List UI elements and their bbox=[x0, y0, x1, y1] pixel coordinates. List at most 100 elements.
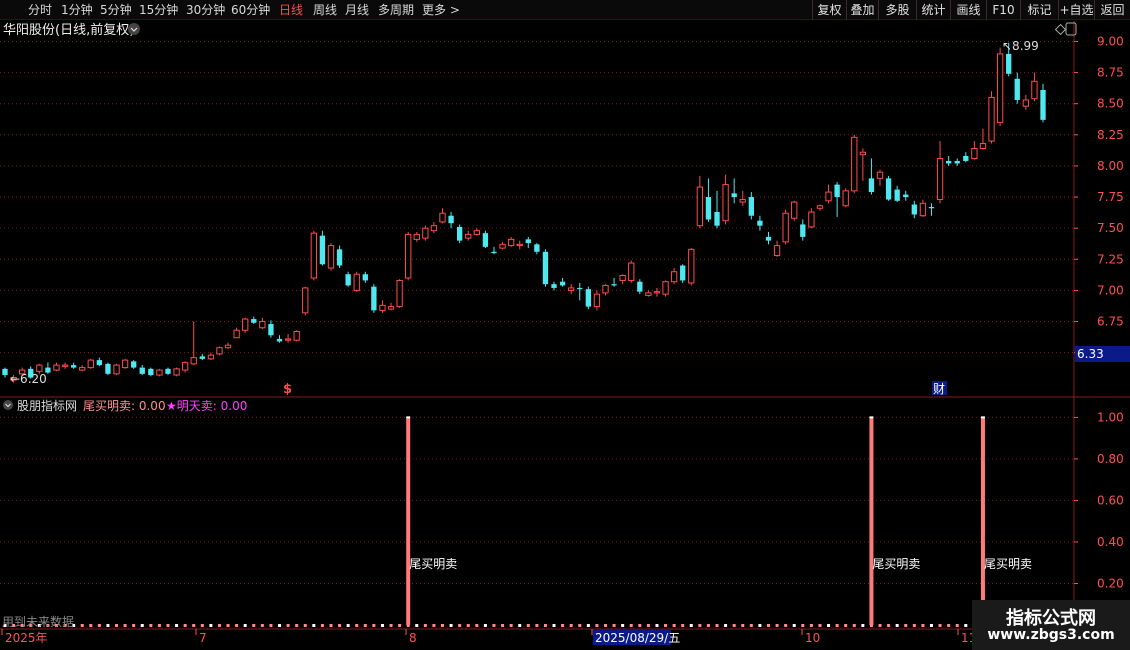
candle-body bbox=[619, 274, 626, 281]
candle-body bbox=[216, 347, 223, 355]
candle-63 bbox=[542, 249, 549, 287]
candle-body bbox=[688, 248, 695, 284]
current-price-text: 6.33 bbox=[1077, 347, 1104, 361]
candle-body bbox=[662, 281, 669, 295]
candle-9 bbox=[79, 365, 86, 372]
main-pane: 6.506.757.007.257.507.758.008.258.508.75… bbox=[0, 22, 1130, 397]
candle-22 bbox=[190, 321, 197, 366]
baseline-dot bbox=[303, 624, 307, 627]
signal-bar-rect bbox=[980, 417, 985, 625]
baseline-dot bbox=[441, 624, 445, 627]
candle-body bbox=[507, 238, 515, 247]
baseline-dot bbox=[483, 624, 487, 627]
candle-body bbox=[70, 365, 77, 368]
candle-80 bbox=[688, 248, 695, 286]
candle-body bbox=[963, 155, 969, 161]
signal-bar-cap bbox=[406, 416, 411, 419]
candle-body bbox=[87, 359, 94, 369]
candle-body bbox=[534, 244, 540, 252]
candle-107 bbox=[919, 199, 927, 217]
baseline-dot bbox=[415, 624, 419, 627]
baseline-dot bbox=[964, 624, 968, 627]
candle-21 bbox=[181, 361, 189, 373]
candle-body bbox=[207, 354, 215, 360]
candle-10 bbox=[87, 358, 94, 369]
candle-51 bbox=[439, 208, 446, 224]
candle-53 bbox=[457, 224, 463, 244]
baseline-dot bbox=[715, 624, 719, 627]
candle-body bbox=[302, 287, 309, 314]
candle-48 bbox=[413, 231, 420, 242]
candle-34 bbox=[293, 330, 300, 342]
candle-69 bbox=[593, 290, 601, 311]
candle-body bbox=[251, 319, 257, 323]
candle-body bbox=[928, 207, 935, 209]
candle-52 bbox=[448, 211, 454, 229]
date-label: 7 bbox=[199, 631, 207, 645]
dropdown-icon bbox=[128, 23, 140, 35]
indicator-name: 股朋指标网 bbox=[17, 398, 77, 413]
indicator-line1: 尾买明卖: 0.00 bbox=[83, 399, 166, 413]
candle-body bbox=[577, 287, 583, 290]
baseline-dot bbox=[475, 624, 479, 627]
candle-body bbox=[971, 148, 978, 159]
candle-body bbox=[791, 201, 798, 219]
diamond-icon bbox=[1054, 23, 1067, 36]
candle-body bbox=[139, 367, 145, 374]
baseline-dot bbox=[380, 624, 384, 627]
future-data-note: 用到未来数据 bbox=[2, 614, 74, 629]
candle-79 bbox=[680, 264, 686, 283]
baseline-dot bbox=[132, 624, 136, 627]
event-marker-cai: 财 bbox=[932, 381, 947, 396]
candle-body bbox=[165, 368, 171, 374]
candle-body bbox=[988, 96, 995, 142]
candle-39 bbox=[336, 245, 343, 269]
baseline-dot bbox=[655, 624, 659, 627]
candle-104 bbox=[894, 185, 900, 203]
indicator-line2: ★明天卖: 0.00 bbox=[166, 399, 247, 413]
y-tick-label: 8.00 bbox=[1097, 159, 1124, 173]
candle-body bbox=[327, 245, 335, 269]
date-label: 2025年 bbox=[5, 631, 48, 645]
candle-38 bbox=[327, 243, 335, 271]
candle-108 bbox=[928, 203, 935, 216]
candle-body bbox=[79, 367, 86, 371]
candle-64 bbox=[551, 281, 557, 291]
date-axis: 2025年 7 8 2025/08/29/五 10 11 bbox=[1, 629, 976, 645]
event-marker-cai-text: 财 bbox=[933, 382, 945, 396]
candle-43 bbox=[371, 284, 377, 313]
candle-118 bbox=[1014, 72, 1020, 104]
signal-bar: 尾买明卖 bbox=[869, 416, 920, 625]
baseline-dot bbox=[638, 624, 642, 627]
candle-body bbox=[765, 236, 772, 241]
candle-body bbox=[2, 368, 8, 376]
candle-body bbox=[53, 364, 60, 371]
candle-body bbox=[457, 226, 463, 241]
baseline-dot bbox=[458, 624, 462, 627]
candle-body bbox=[1014, 78, 1020, 100]
candle-41 bbox=[353, 271, 360, 292]
y-tick-label: 7.50 bbox=[1097, 221, 1124, 235]
candle-body bbox=[637, 281, 643, 292]
baseline-dot bbox=[363, 624, 367, 627]
candle-body bbox=[936, 157, 944, 201]
candle-body bbox=[825, 191, 832, 202]
candle-body bbox=[242, 318, 249, 331]
candle-body bbox=[816, 205, 824, 209]
candle-49 bbox=[422, 225, 429, 241]
candle-8 bbox=[70, 362, 77, 369]
baseline-dot bbox=[269, 624, 273, 627]
baseline-dot bbox=[809, 624, 813, 627]
candle-93 bbox=[800, 219, 806, 241]
candle-body bbox=[319, 235, 326, 265]
candle-58 bbox=[499, 241, 506, 250]
baseline-dot bbox=[672, 624, 676, 627]
candle-body bbox=[696, 186, 704, 227]
baseline-dot bbox=[689, 624, 693, 627]
baseline-dot bbox=[200, 624, 204, 627]
baseline-dot bbox=[955, 624, 959, 627]
candle-42 bbox=[362, 271, 368, 283]
candle-body bbox=[842, 190, 849, 207]
candle-body bbox=[190, 357, 197, 365]
candle-87 bbox=[748, 192, 754, 220]
